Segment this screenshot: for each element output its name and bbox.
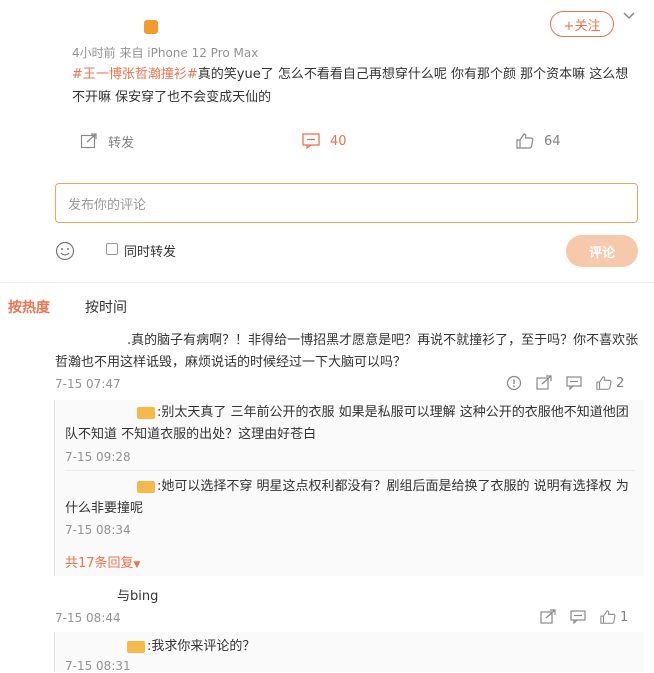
tab-sort-time[interactable]: 按时间 <box>85 297 127 317</box>
post-meta: 4小时前 来自 iPhone 12 Pro Max <box>72 46 259 60</box>
like-action[interactable]: 64 <box>516 131 561 151</box>
repost-icon[interactable] <box>536 375 552 391</box>
user-badge <box>127 640 145 653</box>
smiley-icon[interactable] <box>55 241 75 261</box>
tab-sort-hot[interactable]: 按热度 <box>8 297 50 317</box>
more-replies-link[interactable]: 共17条回复▼ <box>65 552 140 571</box>
thumbs-up-icon <box>600 609 616 625</box>
comment-actions: 1 <box>540 609 628 625</box>
like-action[interactable]: 2 <box>596 375 624 391</box>
reply-date: 7-15 08:31 <box>65 659 131 673</box>
reply-text: :别太天真了 三年前公开的衣服 如果是私服可以理解 这种公开的衣服他不知道他团队… <box>65 405 629 442</box>
follow-button[interactable]: +关注 <box>550 11 614 37</box>
repost-icon <box>80 133 98 149</box>
verified-badge <box>144 20 158 34</box>
reply-list: :别太天真了 三年前公开的衣服 如果是私服可以理解 这种公开的衣服他不知道他团队… <box>54 400 644 576</box>
comment-text: .真的脑子有病啊？！非得给一博招黑才愿意是吧？再说不就撞衫了，至于吗？你不喜欢张… <box>55 333 639 370</box>
comment-input[interactable]: 发布你的评论 <box>55 183 638 223</box>
repost-label: 转发 <box>108 135 135 151</box>
topic-link[interactable]: #王一博张哲瀚撞衫# <box>72 67 198 82</box>
comment-icon[interactable] <box>566 375 582 391</box>
like-action[interactable]: 1 <box>600 609 628 625</box>
repost-action[interactable]: 转发 <box>80 131 134 151</box>
report-icon[interactable] <box>506 375 522 391</box>
reply-text: :我求你来评论的？ <box>65 636 635 658</box>
submit-comment-button[interactable]: 评论 <box>566 235 638 267</box>
like-count: 2 <box>616 375 625 391</box>
also-repost-checkbox[interactable] <box>106 243 118 255</box>
reply-list: :我求你来评论的？ 7-15 08:31 <box>54 632 644 673</box>
comment-action[interactable]: 40 <box>302 131 347 151</box>
comment-date: 7-15 07:47 <box>55 377 121 391</box>
chevron-down-icon[interactable] <box>622 8 636 22</box>
like-count: 1 <box>620 609 629 625</box>
comment-text: 与bing <box>117 589 159 604</box>
post-text: #王一博张哲瀚撞衫#真的笑yue了 怎么不看看自己再想穿什么呢 你有那个颜 那个… <box>72 63 637 109</box>
divider <box>0 282 654 283</box>
repost-icon[interactable] <box>540 609 556 625</box>
comment-actions: 2 <box>506 375 624 391</box>
like-count: 64 <box>544 133 561 149</box>
reply-date: 7-15 09:28 <box>65 450 131 464</box>
caret-down-icon: ▼ <box>133 560 141 570</box>
thumbs-up-icon <box>596 375 612 391</box>
also-repost-label: 同时转发 <box>124 245 177 260</box>
reply-date: 7-15 08:34 <box>65 523 131 537</box>
reply-text: :她可以选择不穿 明星这点权利都没有？剧组后面是给换了衣服的 说明有选择权 为什… <box>65 479 629 516</box>
comment-icon <box>302 133 320 149</box>
comment-icon[interactable] <box>570 609 586 625</box>
comment-date: 7-15 08:44 <box>55 611 121 625</box>
reply-divider <box>65 470 635 471</box>
thumbs-up-icon <box>516 133 534 149</box>
comment-count: 40 <box>330 133 347 149</box>
user-badge <box>137 406 155 419</box>
user-badge <box>137 480 155 493</box>
